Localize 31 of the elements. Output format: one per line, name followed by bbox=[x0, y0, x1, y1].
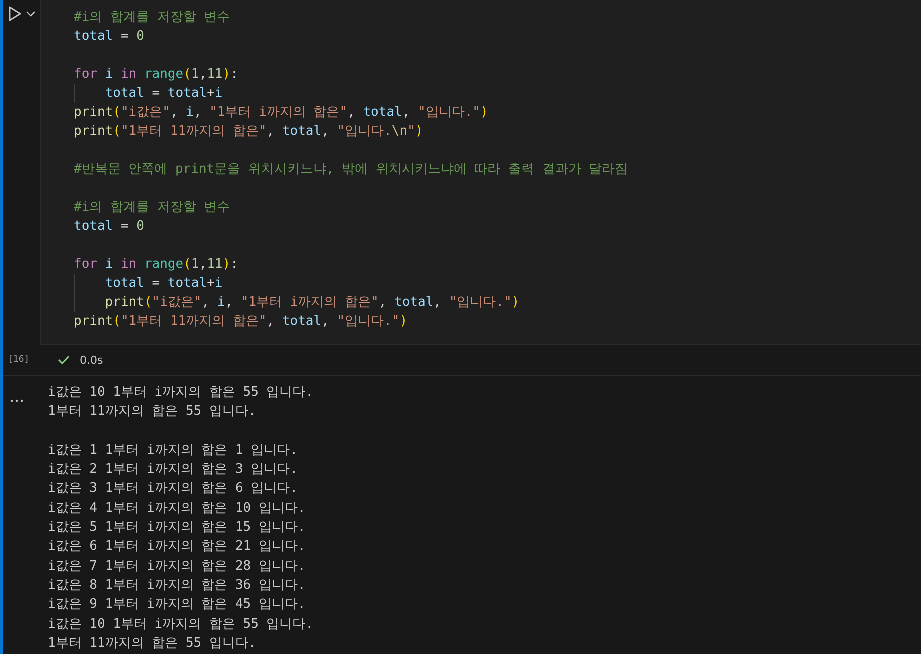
code-line: total = 0 bbox=[74, 218, 146, 236]
output-line: i값은 10 1부터 i까지의 합은 55 입니다. bbox=[48, 616, 314, 632]
output-line: i값은 10 1부터 i까지의 합은 55 입니다. bbox=[48, 385, 314, 400]
execution-count: [16] bbox=[7, 355, 31, 365]
code-line: for i in range(1,11): bbox=[74, 256, 240, 274]
code-line: #반복문 안쪽에 print문을 위치시키느냐, 밖에 위치시키느냐에 따라 출력 결과가 달라짐 bbox=[74, 161, 630, 179]
output-line: i값은 8 1부터 i까지의 합은 36 입니다. bbox=[48, 578, 306, 593]
code-line: #i의 합계를 저장할 변수 bbox=[74, 199, 232, 217]
output-line: i값은 4 1부터 i까지의 합은 10 입니다. bbox=[48, 500, 306, 516]
code-line: total = total+i bbox=[74, 84, 921, 103]
output-line: i값은 9 1부터 i까지의 합은 45 입니다. bbox=[48, 597, 306, 612]
output-line: i값은 5 1부터 i까지의 합은 15 입니다. bbox=[48, 520, 306, 536]
chevron-down-icon[interactable] bbox=[26, 11, 36, 17]
execution-time: 0.0s bbox=[80, 354, 104, 366]
output-line: i값은 7 1부터 i까지의 합은 28 입니다. bbox=[48, 558, 306, 574]
run-icon[interactable] bbox=[8, 6, 22, 22]
code-line: total = total+i bbox=[74, 274, 921, 293]
output-line: 1부터 11까지의 합은 55 입니다. bbox=[48, 636, 256, 651]
code-line: print("i값은", i, "1부터 i까지의 합은", total, "입니다.") bbox=[74, 293, 921, 312]
output-line: 1부터 11까지의 합은 55 입니다. bbox=[48, 404, 256, 420]
code-line: #i의 합계를 저장할 변수 bbox=[74, 9, 232, 27]
output-line: i값은 1 1부터 i까지의 합은 1 입니다. bbox=[48, 442, 298, 458]
output-line: i값은 6 1부터 i까지의 합은 21 입니다. bbox=[48, 539, 306, 554]
more-icon[interactable] bbox=[10, 399, 24, 403]
code-line: total = 0 bbox=[74, 28, 146, 46]
code-line: print("1부터 11까지의 합은", total, "입니다.") bbox=[74, 313, 409, 331]
code-line: for i in range(1,11): bbox=[74, 66, 240, 84]
output-line: i값은 2 1부터 i까지의 합은 3 입니다. bbox=[48, 462, 298, 478]
code-line: print("1부터 11까지의 합은", total, "입니다.\n") bbox=[74, 123, 424, 141]
code-line: print("i값은", i, "1부터 i까지의 합은", total, "입니다.") bbox=[74, 104, 490, 122]
output-line: i값은 3 1부터 i까지의 합은 6 입니다. bbox=[48, 481, 298, 496]
